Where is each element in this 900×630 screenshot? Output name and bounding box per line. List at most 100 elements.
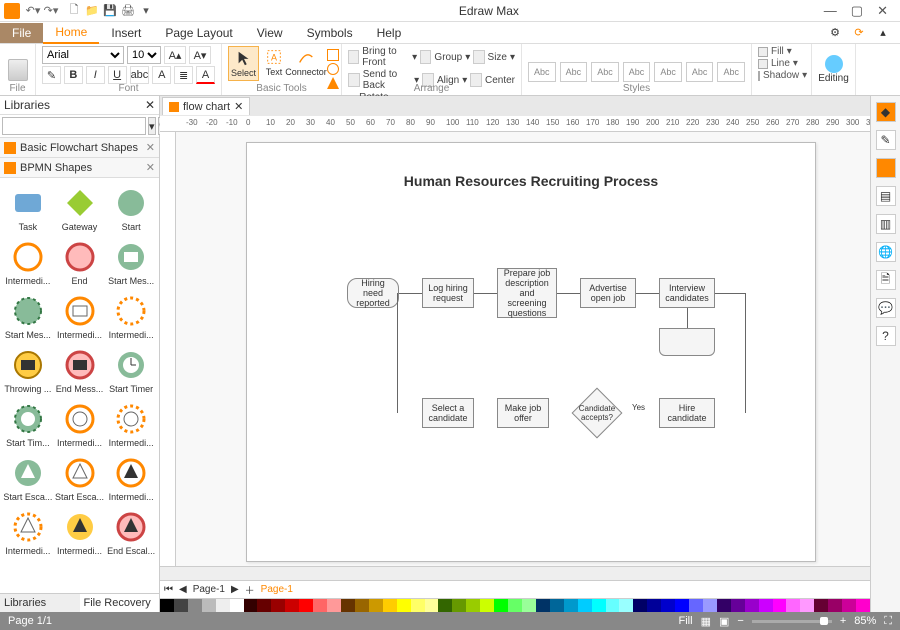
- style-preset-1[interactable]: Abc: [528, 62, 556, 82]
- node-select[interactable]: Select a candidate: [422, 398, 474, 428]
- view-mode-1-icon[interactable]: ▦: [701, 615, 711, 628]
- redo-button[interactable]: ↷▾: [42, 4, 60, 17]
- qa-open-icon[interactable]: 📁: [84, 3, 100, 19]
- line-button[interactable]: Line▾: [758, 58, 805, 69]
- shrink-font-button[interactable]: A▾: [189, 46, 211, 64]
- bold-button[interactable]: B: [64, 66, 83, 84]
- tab-libraries[interactable]: Libraries: [0, 594, 80, 612]
- swatch[interactable]: [299, 599, 313, 612]
- rp-doc-icon[interactable]: 🗎: [876, 270, 896, 290]
- shape-end[interactable]: End: [54, 236, 106, 290]
- swatch[interactable]: [619, 599, 633, 612]
- menu-help[interactable]: Help: [365, 23, 414, 43]
- view-mode-2-icon[interactable]: ▣: [719, 615, 729, 628]
- shape-start-mes-[interactable]: Start Mes...: [105, 236, 157, 290]
- swatch[interactable]: [647, 599, 661, 612]
- shape-intermedi-[interactable]: Intermedi...: [105, 398, 157, 452]
- shape-start[interactable]: Start: [105, 182, 157, 236]
- swatch[interactable]: [244, 599, 258, 612]
- node-interview[interactable]: Interview candidates: [659, 278, 715, 308]
- style-preset-7[interactable]: Abc: [717, 62, 745, 82]
- swatch[interactable]: [230, 599, 244, 612]
- shape-intermedi-[interactable]: Intermedi...: [2, 236, 54, 290]
- swatch[interactable]: [257, 599, 271, 612]
- swatch[interactable]: [508, 599, 522, 612]
- swatch[interactable]: [564, 599, 578, 612]
- node-doc[interactable]: [659, 328, 715, 356]
- qa-new-icon[interactable]: 🗋: [66, 3, 82, 19]
- tab-close-icon[interactable]: ✕: [234, 100, 243, 113]
- swatch[interactable]: [661, 599, 675, 612]
- swatch[interactable]: [438, 599, 452, 612]
- color-palette[interactable]: [160, 598, 870, 612]
- menu-layout[interactable]: Page Layout: [153, 23, 244, 43]
- swatch[interactable]: [313, 599, 327, 612]
- swatch[interactable]: [369, 599, 383, 612]
- menu-file[interactable]: File: [0, 23, 43, 43]
- swatch[interactable]: [814, 599, 828, 612]
- swatch[interactable]: [480, 599, 494, 612]
- swatch[interactable]: [578, 599, 592, 612]
- shape-end-escal-[interactable]: End Escal...: [105, 506, 157, 560]
- swatch[interactable]: [633, 599, 647, 612]
- swatch[interactable]: [773, 599, 787, 612]
- swatch[interactable]: [411, 599, 425, 612]
- swatch[interactable]: [828, 599, 842, 612]
- swatch[interactable]: [703, 599, 717, 612]
- libraries-close-icon[interactable]: ✕: [145, 98, 155, 112]
- swatch[interactable]: [689, 599, 703, 612]
- swatch[interactable]: [745, 599, 759, 612]
- swatch[interactable]: [271, 599, 285, 612]
- format-painter-button[interactable]: ✎: [42, 66, 61, 84]
- qa-print-icon[interactable]: 🖨: [120, 3, 136, 19]
- shape-start-mes-[interactable]: Start Mes...: [2, 290, 54, 344]
- swatch[interactable]: [285, 599, 299, 612]
- library-search-input[interactable]: [2, 117, 146, 135]
- category-basic-flowchart[interactable]: Basic Flowchart Shapes✕: [0, 138, 159, 158]
- swatch[interactable]: [842, 599, 856, 612]
- node-log-request[interactable]: Log hiring request: [422, 278, 474, 308]
- rp-layers-icon[interactable]: ▤: [876, 186, 896, 206]
- shape-intermedi-[interactable]: Intermedi...: [105, 290, 157, 344]
- shape-intermedi-[interactable]: Intermedi...: [54, 290, 106, 344]
- editing-icon[interactable]: [825, 55, 843, 73]
- shape-gateway[interactable]: Gateway: [54, 182, 106, 236]
- collapse-ribbon-icon[interactable]: ▴: [874, 24, 892, 42]
- swatch[interactable]: [675, 599, 689, 612]
- bring-front-button[interactable]: Bring to Front: [362, 46, 409, 68]
- canvas[interactable]: Human Resources Recruiting Process Hirin…: [176, 132, 870, 566]
- swatch[interactable]: [188, 599, 202, 612]
- node-hiring-need[interactable]: Hiring need reported: [347, 278, 399, 308]
- zoom-slider[interactable]: [752, 620, 832, 623]
- fill-button[interactable]: Fill▾: [758, 46, 805, 57]
- size-button[interactable]: Size: [488, 52, 507, 63]
- maximize-button[interactable]: ▢: [851, 3, 863, 19]
- page-next-icon[interactable]: ▶: [231, 584, 239, 595]
- swatch[interactable]: [731, 599, 745, 612]
- swatch[interactable]: [174, 599, 188, 612]
- style-preset-5[interactable]: Abc: [654, 62, 682, 82]
- swatch[interactable]: [202, 599, 216, 612]
- swatch[interactable]: [800, 599, 814, 612]
- document-tab[interactable]: flow chart✕: [162, 97, 250, 115]
- font-size-select[interactable]: 10: [127, 46, 161, 64]
- node-hire[interactable]: Hire candidate: [659, 398, 715, 428]
- library-dropdown-icon[interactable]: ▾: [148, 117, 156, 135]
- page-add-icon[interactable]: ＋: [245, 582, 255, 597]
- italic-button[interactable]: I: [86, 66, 105, 84]
- swatch[interactable]: [383, 599, 397, 612]
- swatch[interactable]: [786, 599, 800, 612]
- swatch[interactable]: [606, 599, 620, 612]
- grow-font-button[interactable]: A▴: [164, 46, 186, 64]
- shape-start-timer[interactable]: Start Timer: [105, 344, 157, 398]
- node-decision[interactable]: Candidate accepts?: [572, 388, 622, 438]
- select-tool[interactable]: Select: [228, 46, 259, 81]
- shape-intermedi-[interactable]: Intermedi...: [105, 452, 157, 506]
- rp-fill-icon[interactable]: [876, 158, 896, 178]
- menu-symbols[interactable]: Symbols: [295, 23, 365, 43]
- page[interactable]: Human Resources Recruiting Process Hirin…: [246, 142, 816, 562]
- settings-icon[interactable]: ⚙: [826, 24, 844, 42]
- swatch[interactable]: [717, 599, 731, 612]
- paste-icon[interactable]: [8, 59, 28, 81]
- swatch[interactable]: [452, 599, 466, 612]
